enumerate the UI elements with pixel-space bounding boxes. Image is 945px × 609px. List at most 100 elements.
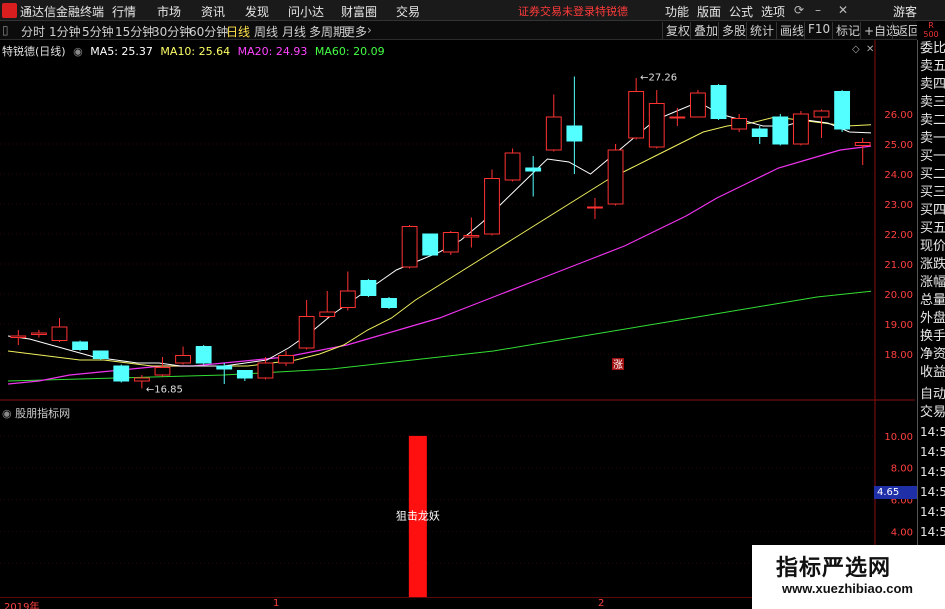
chart-area[interactable]: 26.00 25.00 24.00 23.00 22.00 21.00 20.00 19.00…	[0, 40, 915, 609]
candle-body-34	[710, 85, 727, 119]
btn-duogu[interactable]: 多股	[718, 22, 749, 39]
side-item-8[interactable]: 买三	[918, 184, 945, 202]
ind-tick-1: 8.00	[891, 464, 913, 475]
ma-legend: 特锐德(日线) ◉ MA5: 25.37 MA10: 25.64 MA20: 2…	[2, 43, 389, 59]
side-item-14[interactable]: 总量	[918, 292, 945, 310]
side-item-10[interactable]: 买五	[918, 220, 945, 238]
indicator-name: 股朋指标网	[15, 407, 71, 420]
candle-body-11	[236, 370, 253, 379]
candle-body-14	[298, 316, 315, 349]
candle-body-37	[772, 116, 789, 145]
menu-banmian[interactable]: 版面	[697, 3, 721, 20]
period-monthly[interactable]: 月线	[282, 23, 306, 40]
ma5-label: MA5: 25.37	[90, 45, 153, 58]
trade-item-0[interactable]: 自动	[918, 386, 945, 404]
menu-zixun[interactable]: 资讯	[201, 3, 225, 20]
side-item-1[interactable]: 卖五	[918, 58, 945, 76]
close-icon[interactable]: ✕	[838, 3, 848, 17]
side-item-4[interactable]: 卖二	[918, 112, 945, 130]
candle-body-33	[690, 92, 706, 118]
side-item-6[interactable]: 买一	[918, 148, 945, 166]
corner-badge: R 500	[917, 21, 945, 40]
side-item-2[interactable]: 卖四	[918, 76, 945, 94]
menu-wenxiaoda[interactable]: 问小达	[288, 3, 324, 20]
side-item-17[interactable]: 净资	[918, 346, 945, 364]
period-multi[interactable]: 多周期	[309, 23, 345, 40]
kline-chart[interactable]: 26.0025.0024.0023.0022.0021.0020.0019.00…	[0, 40, 915, 609]
period-1min[interactable]: 1分钟	[49, 23, 81, 40]
candle-body-16	[339, 290, 356, 308]
ma10-line	[7, 116, 872, 367]
menu-jiaoyi[interactable]: 交易	[396, 3, 420, 20]
trade-time-5: 14:56	[920, 525, 945, 539]
menu-gongneng[interactable]: 功能	[665, 3, 689, 20]
stock-label[interactable]: 特锐德(日线)	[2, 45, 66, 58]
side-panel: 委比 卖五 卖四 卖三 卖二 卖一 买一 买二 买三 买四 买五 现价 涨跌 涨幅 总量 外盘 换手 净资 收益自动…	[917, 40, 945, 609]
menu-hangqing[interactable]: 行情	[112, 3, 136, 20]
candle-body-12	[257, 362, 274, 379]
login-notice[interactable]: 证券交易未登录	[518, 3, 595, 19]
candle-body-23	[484, 178, 500, 235]
minimize-icon[interactable]: –	[815, 3, 821, 17]
side-item-9[interactable]: 买四	[918, 202, 945, 220]
toolbar-menu-icon[interactable]: ▯	[2, 23, 9, 37]
side-item-5[interactable]: 卖一	[918, 130, 945, 148]
side-item-12[interactable]: 涨跌	[918, 256, 945, 274]
ma20-label: MA20: 24.93	[237, 45, 308, 58]
side-item-13[interactable]: 涨幅	[918, 274, 945, 292]
btn-biaoji[interactable]: 标记	[832, 22, 863, 39]
indicator-title[interactable]: ◉ 股朋指标网	[2, 405, 70, 421]
period-15min[interactable]: 15分钟	[115, 23, 154, 40]
price-tick-2: 24.00	[884, 170, 913, 181]
chevron-right-icon[interactable]: ›	[367, 23, 372, 37]
price-tick-5: 21.00	[884, 260, 913, 271]
menu-gongshi[interactable]: 公式	[729, 3, 753, 20]
refresh-icon[interactable]: ⟳	[794, 3, 804, 17]
side-item-0[interactable]: 委比	[918, 40, 945, 58]
side-item-16[interactable]: 换手	[918, 328, 945, 346]
side-item-3[interactable]: 卖三	[918, 94, 945, 112]
period-fenshi[interactable]: 分时	[21, 23, 45, 40]
btn-huaxian[interactable]: 画线	[776, 22, 807, 39]
settings-icon[interactable]: ◉	[73, 45, 83, 58]
candle-body-40	[834, 91, 851, 130]
price-tick-6: 20.00	[884, 290, 913, 301]
date-label-1: 1	[273, 598, 280, 609]
indicator-settings-icon[interactable]: ◉	[2, 407, 12, 420]
side-item-15[interactable]: 外盘	[918, 310, 945, 328]
candle-body-4	[92, 350, 109, 359]
side-item-18[interactable]: 收益	[918, 364, 945, 382]
btn-diejia[interactable]: 叠加	[690, 22, 721, 39]
price-tick-3: 23.00	[884, 200, 913, 211]
period-5min[interactable]: 5分钟	[82, 23, 114, 40]
btn-tongji[interactable]: 统计	[746, 22, 777, 39]
period-weekly[interactable]: 周线	[254, 23, 278, 40]
corner-badge-text: R 500	[923, 21, 939, 39]
side-item-11[interactable]: 现价	[918, 238, 945, 256]
login-guest[interactable]: 游客	[893, 3, 917, 20]
candle-body-20	[422, 233, 439, 256]
period-30min[interactable]: 30分钟	[152, 23, 191, 40]
candle-body-9	[195, 346, 212, 364]
menu-caifuquan[interactable]: 财富圈	[341, 3, 377, 20]
watermark-url: www.xuezhibiao.com	[782, 581, 913, 596]
watermark-title: 指标严选网	[776, 556, 892, 581]
candle-body-30	[628, 91, 645, 139]
btn-fuquan[interactable]: 复权	[662, 22, 693, 39]
btn-f10[interactable]: F10	[804, 22, 833, 39]
candle-body-27	[566, 125, 583, 142]
candle-body-15	[319, 311, 336, 317]
candle-body-26	[545, 116, 562, 151]
trade-item-1[interactable]: 交易	[918, 404, 945, 422]
period-daily[interactable]: 日线	[226, 23, 250, 40]
side-item-7[interactable]: 买二	[918, 166, 945, 184]
price-tick-0: 26.00	[884, 110, 913, 121]
menu-faxian[interactable]: 发现	[245, 3, 269, 20]
period-60min[interactable]: 60分钟	[189, 23, 228, 40]
app-logo	[2, 3, 17, 18]
menu-xuanxiang[interactable]: 选项	[761, 3, 785, 20]
menu-shichang[interactable]: 市场	[157, 3, 181, 20]
period-more[interactable]: 更多	[343, 23, 367, 40]
indicator-current-value: 4.65	[874, 486, 918, 499]
candle-body-8	[175, 355, 191, 364]
